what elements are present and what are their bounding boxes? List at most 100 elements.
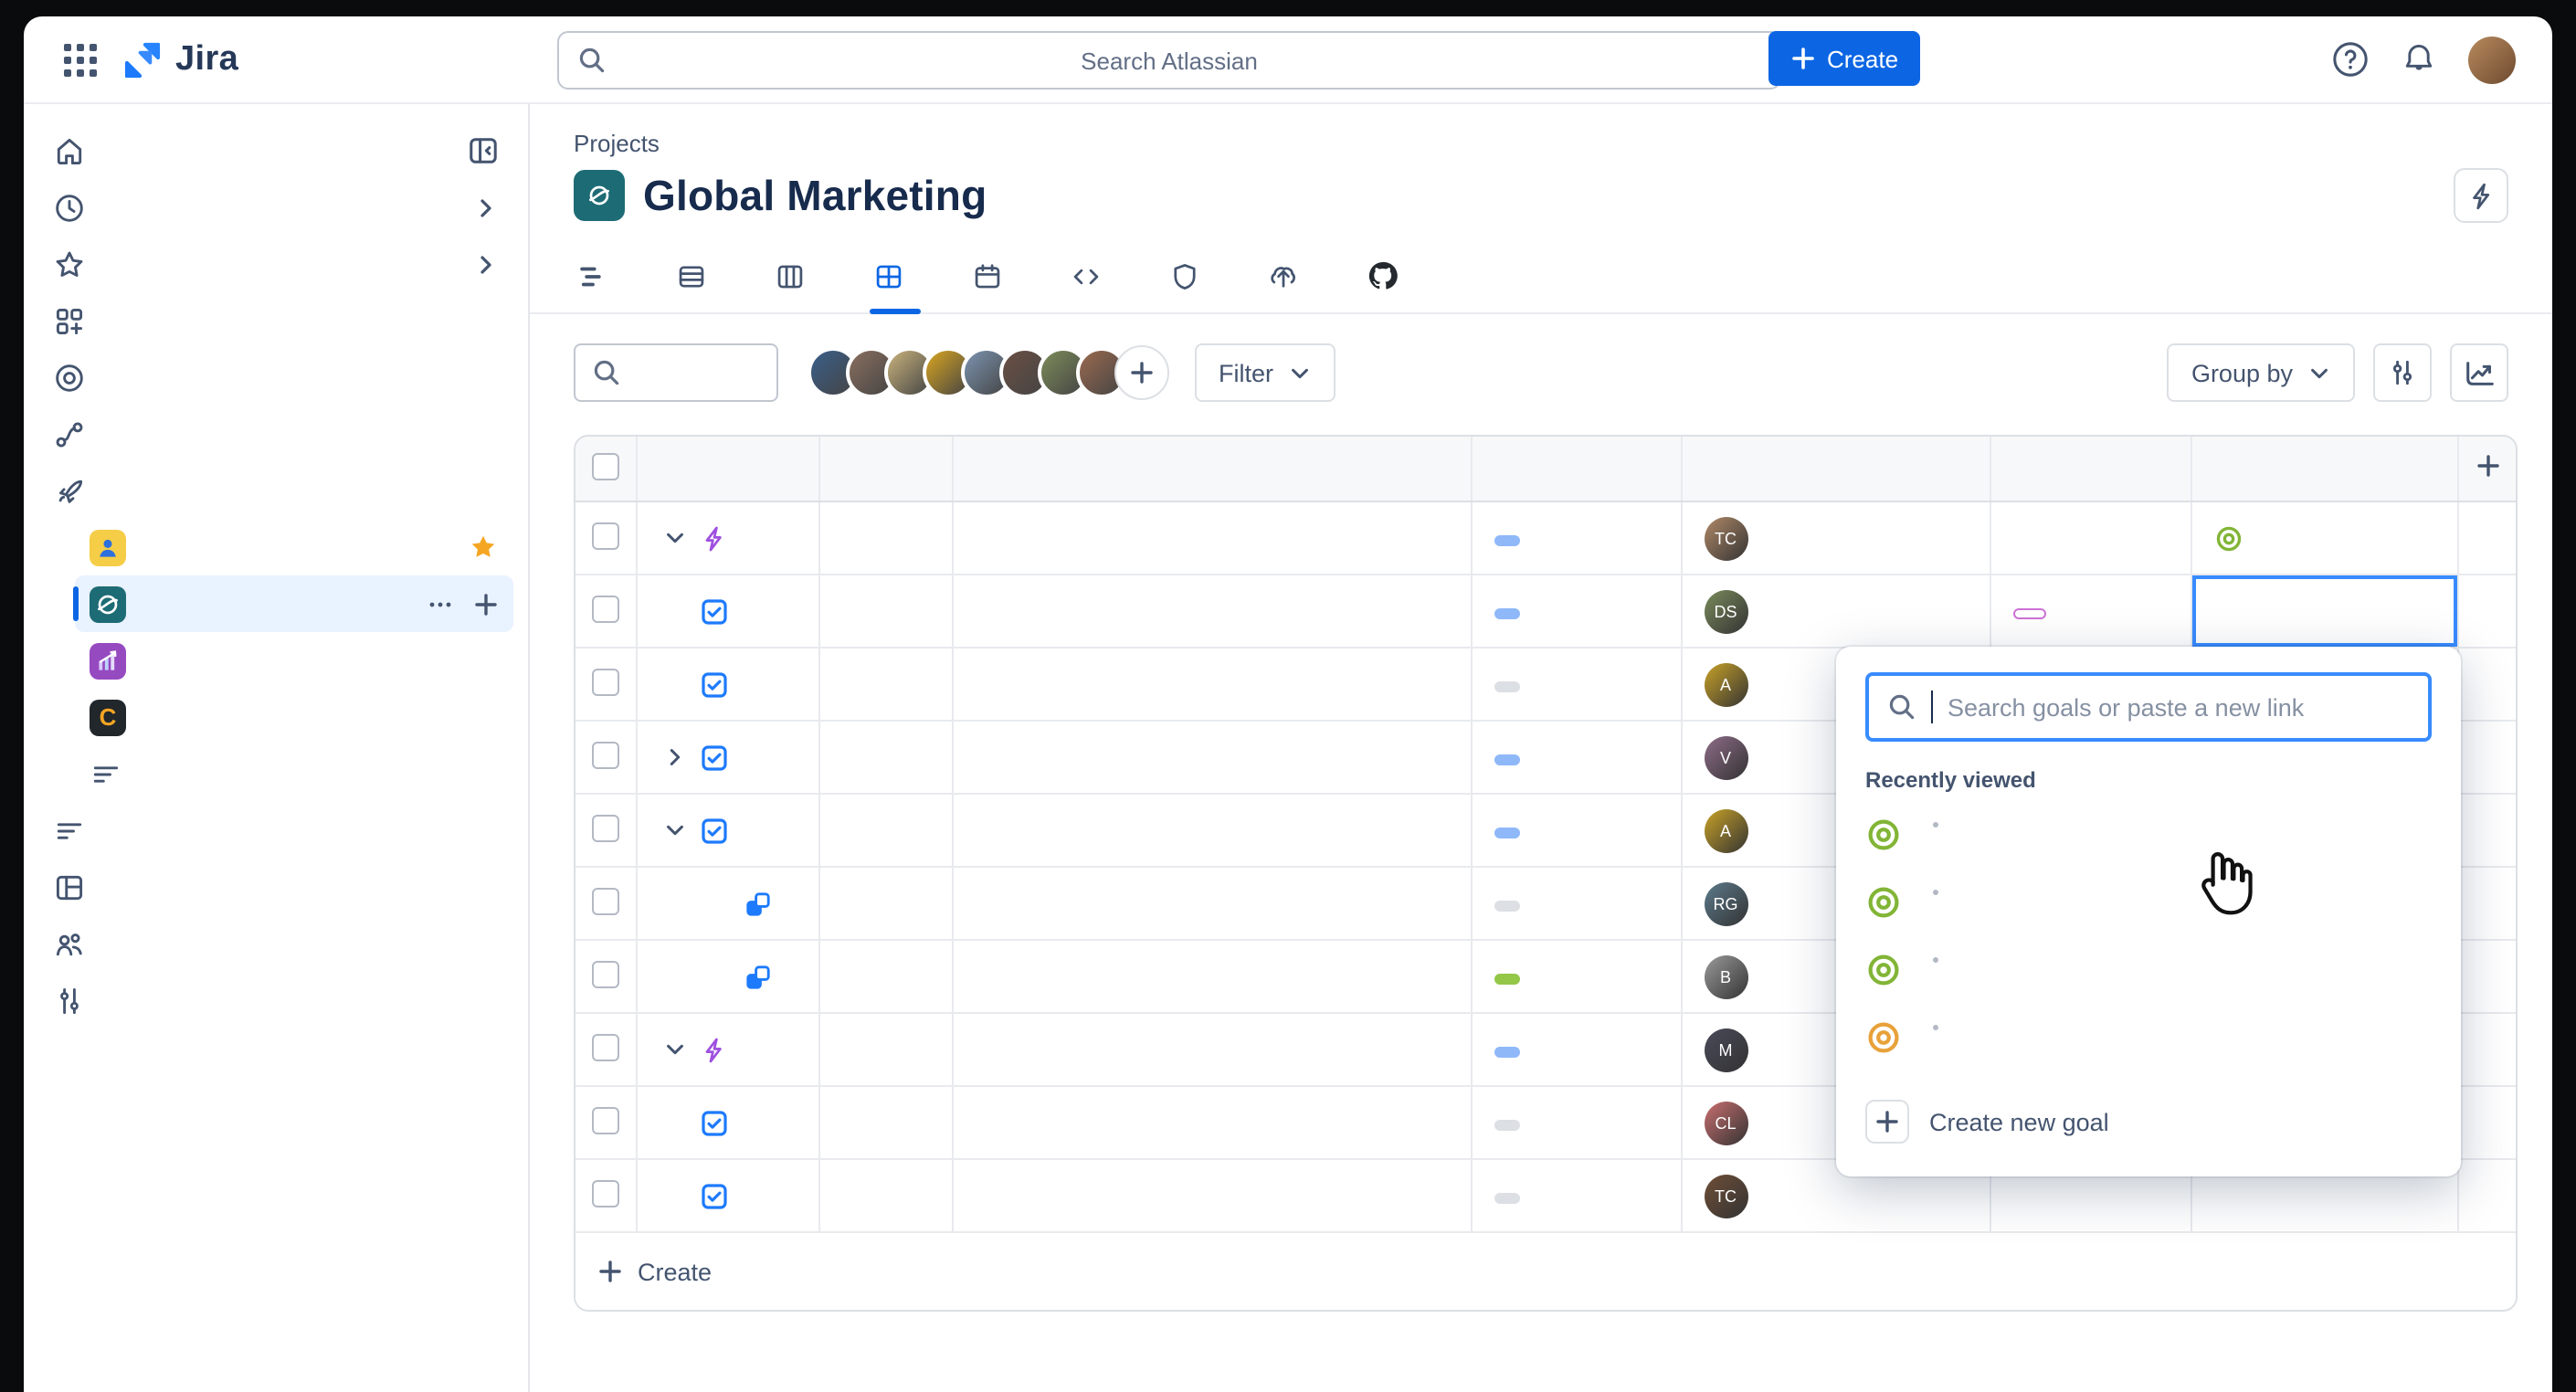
column-header-summary[interactable] xyxy=(952,437,1471,501)
issue-key[interactable] xyxy=(818,794,952,867)
sidebar-item-filters[interactable] xyxy=(38,802,513,859)
add-icon[interactable] xyxy=(473,591,499,617)
help-icon[interactable] xyxy=(2331,40,2370,79)
tab-backlog[interactable] xyxy=(672,249,723,311)
row-checkbox[interactable] xyxy=(592,741,619,768)
status-badge[interactable] xyxy=(1494,901,1519,912)
issue-summary[interactable] xyxy=(952,1159,1471,1231)
row-checkbox[interactable] xyxy=(592,960,619,987)
goal-option[interactable] xyxy=(1865,868,2432,935)
sidebar-item-your-work[interactable] xyxy=(38,122,513,179)
row-checkbox[interactable] xyxy=(592,1033,619,1060)
issue-key[interactable] xyxy=(818,1086,952,1159)
status-badge[interactable] xyxy=(1494,1193,1519,1204)
row-checkbox[interactable] xyxy=(592,814,619,841)
column-header-category[interactable] xyxy=(1990,437,2191,501)
expander-down-icon[interactable] xyxy=(659,818,692,842)
status-badge[interactable] xyxy=(1494,828,1519,838)
row-checkbox[interactable] xyxy=(592,1179,619,1207)
column-header-status[interactable] xyxy=(1471,437,1681,501)
sidebar-item-dashboards[interactable] xyxy=(38,859,513,915)
status-badge[interactable] xyxy=(1494,681,1519,692)
user-avatar[interactable] xyxy=(2468,36,2516,83)
status-badge[interactable] xyxy=(1494,535,1519,546)
filter-button[interactable]: Filter xyxy=(1195,343,1336,402)
issue-summary[interactable] xyxy=(952,940,1471,1013)
sidebar-project-global-marketing[interactable] xyxy=(75,575,513,632)
expander-down-icon[interactable] xyxy=(659,1038,692,1061)
add-column-button[interactable] xyxy=(2457,437,2518,501)
select-all-checkbox[interactable] xyxy=(592,452,619,480)
notifications-icon[interactable] xyxy=(2401,40,2437,79)
sidebar-item-goals[interactable] xyxy=(38,349,513,406)
sidebar-item-teams[interactable] xyxy=(38,915,513,972)
issue-summary[interactable] xyxy=(952,1013,1471,1086)
sidebar-project-online-development[interactable] xyxy=(75,519,513,575)
sidebar-item-recent[interactable] xyxy=(38,179,513,236)
sidebar-project-partner-enablement[interactable] xyxy=(75,632,513,689)
issue-key[interactable] xyxy=(818,648,952,721)
tab-deployments[interactable] xyxy=(1264,249,1315,311)
issue-key[interactable] xyxy=(818,721,952,794)
view-settings-button[interactable] xyxy=(2373,343,2432,402)
sidebar-item-projects[interactable] xyxy=(38,462,513,519)
column-header-assignee[interactable] xyxy=(1681,437,1990,501)
issue-summary[interactable] xyxy=(952,648,1471,721)
sidebar-item-view-all-projects[interactable] xyxy=(75,745,513,802)
column-header-key[interactable] xyxy=(818,437,952,501)
goal-cell[interactable] xyxy=(2191,501,2457,575)
issue-summary[interactable] xyxy=(952,1086,1471,1159)
tab-calendar[interactable] xyxy=(968,249,1019,311)
table-row[interactable]: DS xyxy=(575,575,2518,648)
issue-summary[interactable] xyxy=(952,867,1471,940)
row-checkbox[interactable] xyxy=(592,522,619,549)
breadcrumb[interactable]: Projects xyxy=(574,130,2508,157)
goal-option[interactable] xyxy=(1865,800,2432,868)
sidebar-project-community-engagement[interactable]: C xyxy=(75,689,513,745)
row-checkbox[interactable] xyxy=(592,887,619,914)
issue-summary[interactable] xyxy=(952,721,1471,794)
issue-summary[interactable] xyxy=(952,501,1471,575)
issue-key[interactable] xyxy=(818,1013,952,1086)
jira-logo[interactable]: Jira xyxy=(122,39,238,79)
add-member-button[interactable] xyxy=(1114,345,1169,400)
issue-key[interactable] xyxy=(818,501,952,575)
table-create-button[interactable]: Create xyxy=(575,1231,2516,1310)
tab-timeline[interactable] xyxy=(574,249,625,311)
issue-summary[interactable] xyxy=(952,794,1471,867)
issue-key[interactable] xyxy=(818,575,952,648)
issue-key[interactable] xyxy=(818,1159,952,1231)
global-search-input[interactable]: Search Atlassian xyxy=(557,31,1781,90)
issue-key[interactable] xyxy=(818,940,952,1013)
create-button[interactable]: Create xyxy=(1768,31,1920,86)
sidebar-item-plans[interactable] xyxy=(38,406,513,462)
status-badge[interactable] xyxy=(1494,974,1519,985)
issue-key[interactable] xyxy=(818,867,952,940)
sidebar-item-customize-sidebar[interactable] xyxy=(38,972,513,1028)
goal-search-input[interactable]: Search goals or paste a new link xyxy=(1865,672,2432,742)
expander-right-icon[interactable] xyxy=(659,745,692,769)
goal-option[interactable] xyxy=(1865,1003,2432,1070)
app-switcher-icon[interactable] xyxy=(64,43,97,76)
create-new-goal-button[interactable]: Create new goal xyxy=(1865,1089,2432,1155)
insights-button[interactable] xyxy=(2450,343,2508,402)
group-by-button[interactable]: Group by xyxy=(2168,343,2355,402)
column-header-type[interactable] xyxy=(636,437,818,501)
tab-security[interactable] xyxy=(1166,249,1217,311)
goal-option[interactable] xyxy=(1865,935,2432,1003)
status-badge[interactable] xyxy=(1494,754,1519,765)
expander-down-icon[interactable] xyxy=(659,526,692,550)
tab-github[interactable] xyxy=(1363,248,1416,312)
status-badge[interactable] xyxy=(1494,1120,1519,1131)
tab-code[interactable] xyxy=(1067,249,1118,311)
tab-board[interactable] xyxy=(771,249,822,311)
row-checkbox[interactable] xyxy=(592,668,619,695)
goal-cell-selected[interactable] xyxy=(2191,575,2457,648)
row-checkbox[interactable] xyxy=(592,595,619,622)
automation-button[interactable] xyxy=(2454,168,2508,223)
column-header-goals[interactable] xyxy=(2191,437,2457,501)
status-badge[interactable] xyxy=(1494,608,1519,619)
list-search-input[interactable] xyxy=(574,343,778,402)
issue-summary[interactable] xyxy=(952,575,1471,648)
sidebar-item-apps[interactable] xyxy=(38,292,513,349)
